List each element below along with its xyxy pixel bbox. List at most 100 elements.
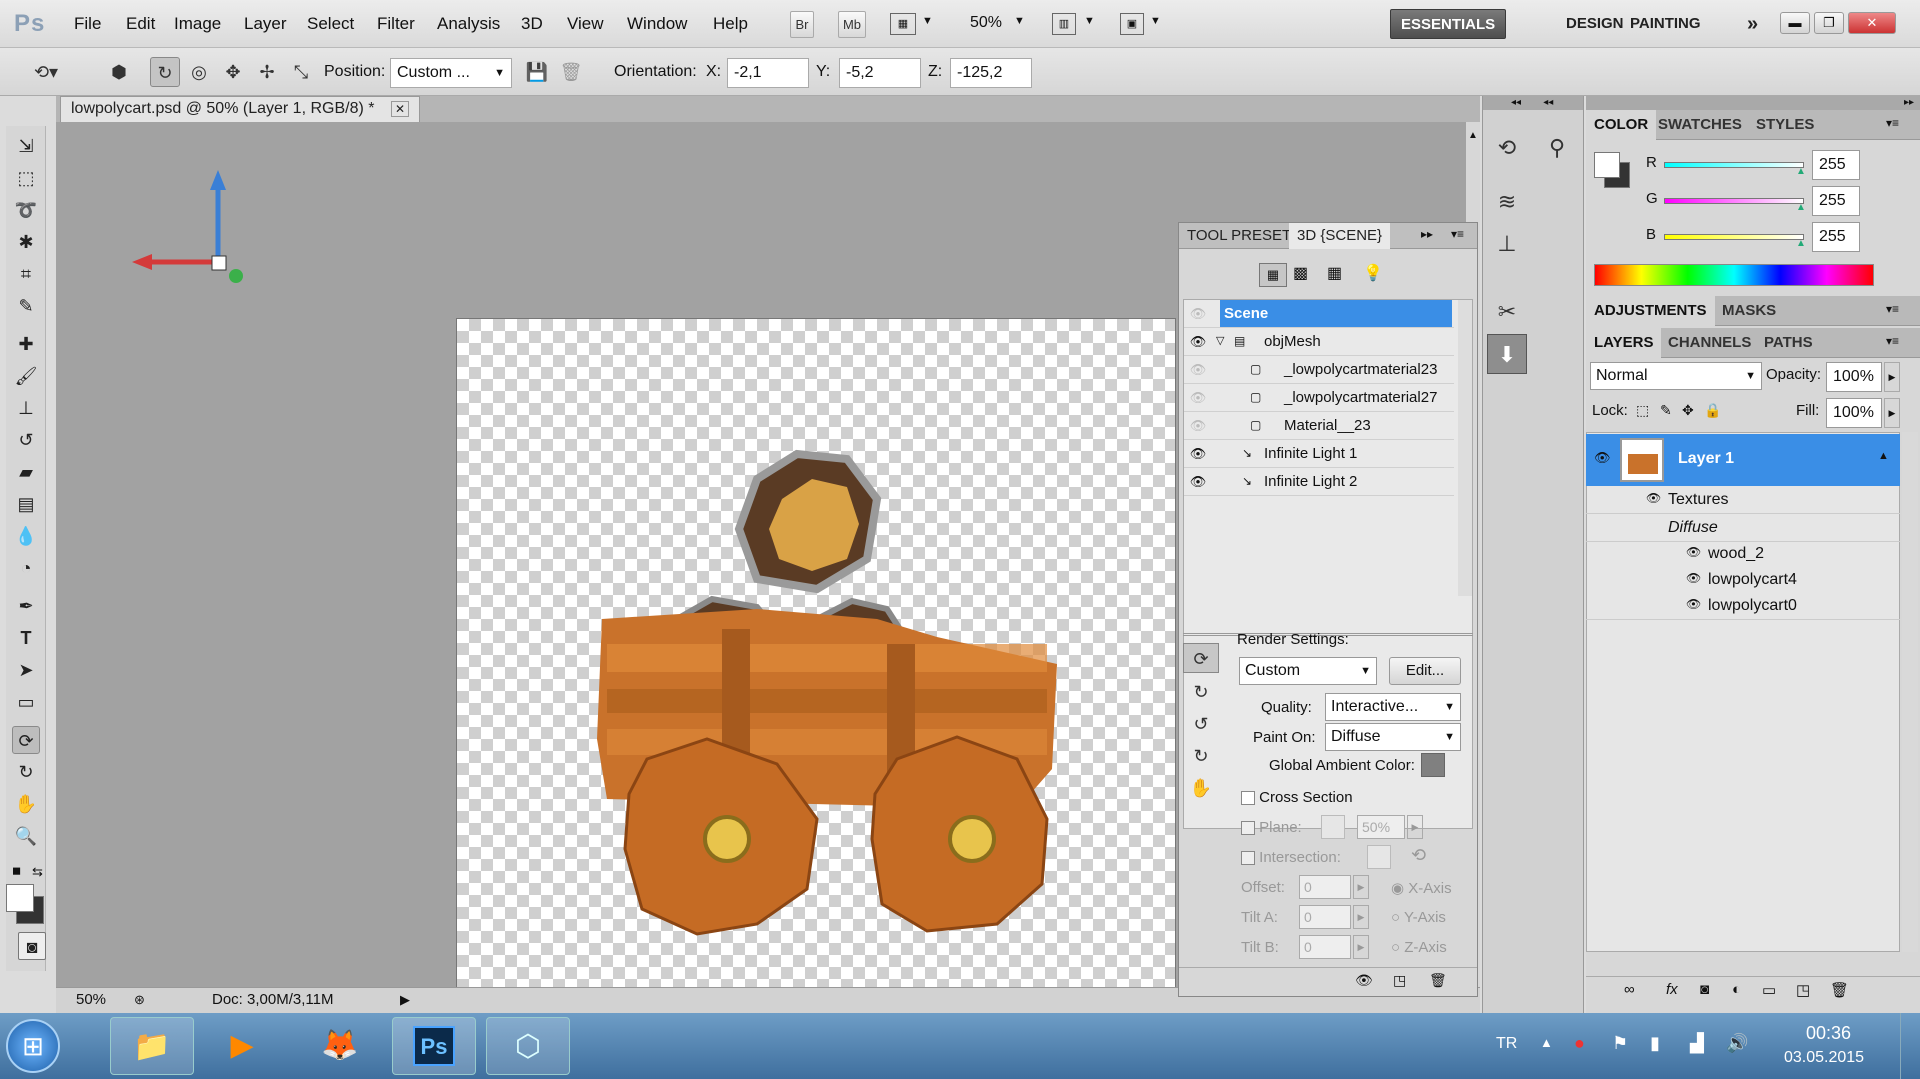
- blend-mode-dropdown[interactable]: Normal ▼: [1590, 362, 1762, 390]
- workspace-more[interactable]: »: [1737, 9, 1768, 39]
- material-settings-icon[interactable]: ↺: [1183, 709, 1219, 739]
- eraser-tool-icon[interactable]: ▰: [12, 458, 40, 486]
- position-dropdown[interactable]: Custom ... ▼: [390, 58, 512, 88]
- roll-3d-icon[interactable]: ◎: [184, 57, 214, 87]
- antivirus-tray-icon[interactable]: ●: [1574, 1033, 1585, 1054]
- explorer-taskbar-icon[interactable]: 📁: [110, 1017, 194, 1075]
- chevron-down-icon[interactable]: ▼: [1014, 15, 1025, 27]
- action-center-icon[interactable]: ⚑: [1612, 1033, 1628, 1054]
- dock-collapse-icon[interactable]: ◂◂ ◂◂: [1483, 96, 1583, 110]
- volume-icon[interactable]: 🔊: [1726, 1033, 1748, 1054]
- eye-icon[interactable]: 👁: [1188, 440, 1208, 467]
- crop-tool-icon[interactable]: ⌗: [12, 260, 40, 288]
- arrange-documents-icon[interactable]: ▥: [1052, 13, 1076, 35]
- plane-opacity-input[interactable]: 50%: [1357, 815, 1405, 839]
- clock-time[interactable]: 00:36: [1806, 1023, 1851, 1044]
- tab-swatches[interactable]: SWATCHES: [1650, 110, 1750, 140]
- expand-triangle-icon[interactable]: ▲: [1878, 450, 1889, 462]
- eye-icon[interactable]: 👁: [1686, 545, 1701, 559]
- tab-layers[interactable]: LAYERS: [1586, 328, 1662, 358]
- status-zoom[interactable]: 50%: [76, 988, 106, 1012]
- tab-color[interactable]: COLOR: [1586, 110, 1657, 140]
- scene-row-material[interactable]: 👁 ▢ _lowpolycartmaterial23: [1184, 356, 1454, 384]
- history-brush-tool-icon[interactable]: ↺: [12, 426, 40, 454]
- scene-row-objmesh[interactable]: 👁 ▽ ▤ objMesh: [1184, 328, 1454, 356]
- 3d-app-taskbar-icon[interactable]: ⬡: [486, 1017, 570, 1075]
- save-view-icon[interactable]: 💾: [522, 57, 552, 87]
- chevron-right-icon[interactable]: ▶: [1353, 935, 1369, 959]
- material-filter-icon[interactable]: ▦: [1327, 263, 1342, 283]
- bridge-button[interactable]: Br: [790, 11, 814, 38]
- r-slider[interactable]: [1664, 162, 1804, 168]
- orientation-z-input[interactable]: -125,2: [950, 58, 1032, 88]
- g-value-input[interactable]: 255: [1812, 186, 1860, 216]
- close-icon[interactable]: ✕: [1848, 12, 1896, 34]
- document-tab[interactable]: lowpolycart.psd @ 50% (Layer 1, RGB/8) *…: [60, 96, 420, 122]
- eye-icon[interactable]: 👁: [1188, 468, 1208, 495]
- intersection-checkbox[interactable]: [1241, 851, 1255, 866]
- orientation-y-input[interactable]: -5,2: [839, 58, 921, 88]
- edit-render-settings-button[interactable]: Edit...: [1389, 657, 1461, 685]
- 3d-panel-icon[interactable]: ⬇: [1487, 334, 1527, 374]
- lock-position-icon[interactable]: ✥: [1682, 402, 1694, 419]
- light-filter-icon[interactable]: 💡: [1363, 263, 1383, 283]
- y-axis-radio[interactable]: ○ Y-Axis: [1391, 909, 1446, 926]
- chevron-right-icon[interactable]: ▶: [1884, 362, 1900, 392]
- chevron-right-icon[interactable]: ▶: [1353, 905, 1369, 929]
- tab-3d-scene[interactable]: 3D {SCENE}: [1289, 223, 1391, 249]
- status-menu-arrow-icon[interactable]: ▶: [400, 988, 410, 1012]
- fill-input[interactable]: 100%: [1826, 398, 1882, 428]
- view-extras-icon[interactable]: ▦: [890, 13, 916, 35]
- media-player-taskbar-icon[interactable]: ▶: [206, 1017, 278, 1075]
- firefox-taskbar-icon[interactable]: 🦊: [298, 1017, 382, 1075]
- zoom-tool-icon[interactable]: 🔍: [12, 822, 40, 850]
- cross-section-checkbox[interactable]: [1241, 791, 1255, 806]
- start-button[interactable]: ⊞: [6, 1019, 60, 1073]
- scroll-up-icon[interactable]: ▲: [1468, 130, 1478, 141]
- add-mask-icon[interactable]: ◙: [1700, 981, 1709, 998]
- clock-date[interactable]: 03.05.2015: [1784, 1049, 1864, 1067]
- foreground-color-swatch[interactable]: [6, 884, 34, 912]
- menu-select[interactable]: Select: [307, 13, 354, 35]
- new-group-icon[interactable]: ▭: [1762, 981, 1776, 999]
- menu-image[interactable]: Image: [174, 13, 221, 35]
- texture-row[interactable]: 👁 lowpolycart4: [1586, 568, 1900, 594]
- color-spectrum[interactable]: [1594, 264, 1874, 286]
- eyedropper-tool-icon[interactable]: ✎: [12, 292, 40, 320]
- tab-tool-preset[interactable]: TOOL PRESET: [1179, 223, 1299, 249]
- mini-bridge-button[interactable]: Mb: [838, 11, 866, 38]
- photoshop-taskbar-button[interactable]: Ps: [392, 1017, 476, 1075]
- texture-row[interactable]: 👁 lowpolycart0: [1586, 594, 1900, 620]
- menu-view[interactable]: View: [567, 13, 604, 35]
- menu-layer[interactable]: Layer: [244, 13, 287, 35]
- tilt-a-input[interactable]: 0: [1299, 905, 1351, 929]
- ambient-color-swatch[interactable]: [1421, 753, 1445, 777]
- b-slider[interactable]: [1664, 234, 1804, 240]
- new-light-icon[interactable]: ◳: [1393, 972, 1406, 989]
- tab-masks[interactable]: MASKS: [1714, 296, 1784, 326]
- paint-on-dropdown[interactable]: Diffuse ▼: [1325, 723, 1461, 751]
- 3d-orbit-tool-icon[interactable]: ↻: [12, 758, 40, 786]
- trash-icon[interactable]: 🗑: [1830, 981, 1849, 999]
- mesh-filter-icon[interactable]: ▩: [1293, 263, 1308, 283]
- show-hidden-icons-icon[interactable]: ▲: [1540, 1035, 1553, 1050]
- x-axis-radio[interactable]: ◉ X-Axis: [1391, 879, 1452, 897]
- drag-3d-icon[interactable]: ✥: [218, 57, 248, 87]
- history-panel-icon[interactable]: ⟲: [1487, 128, 1527, 168]
- rotate-3d-icon[interactable]: ↻: [150, 57, 180, 87]
- zoom-level[interactable]: 50%: [970, 14, 1002, 32]
- offset-input[interactable]: 0: [1299, 875, 1351, 899]
- quality-dropdown[interactable]: Interactive... ▼: [1325, 693, 1461, 721]
- collapse-icon[interactable]: ▸▸: [1421, 227, 1433, 241]
- clone-stamp-tool-icon[interactable]: ⊥: [12, 394, 40, 422]
- scene-settings-icon[interactable]: ⟳: [1183, 643, 1219, 673]
- diffuse-row[interactable]: Diffuse: [1586, 516, 1900, 542]
- battery-icon[interactable]: ▮: [1650, 1033, 1660, 1054]
- status-info-icon[interactable]: ⊛: [134, 988, 145, 1012]
- b-value-input[interactable]: 255: [1812, 222, 1860, 252]
- foreground-color-swatch[interactable]: [1594, 152, 1620, 178]
- minimize-icon[interactable]: ▬: [1780, 12, 1810, 34]
- scene-row-light[interactable]: 👁 ↘ Infinite Light 1: [1184, 440, 1454, 468]
- hand-tool-icon[interactable]: ✋: [12, 790, 40, 818]
- move-tool-icon[interactable]: ⇲: [12, 132, 40, 160]
